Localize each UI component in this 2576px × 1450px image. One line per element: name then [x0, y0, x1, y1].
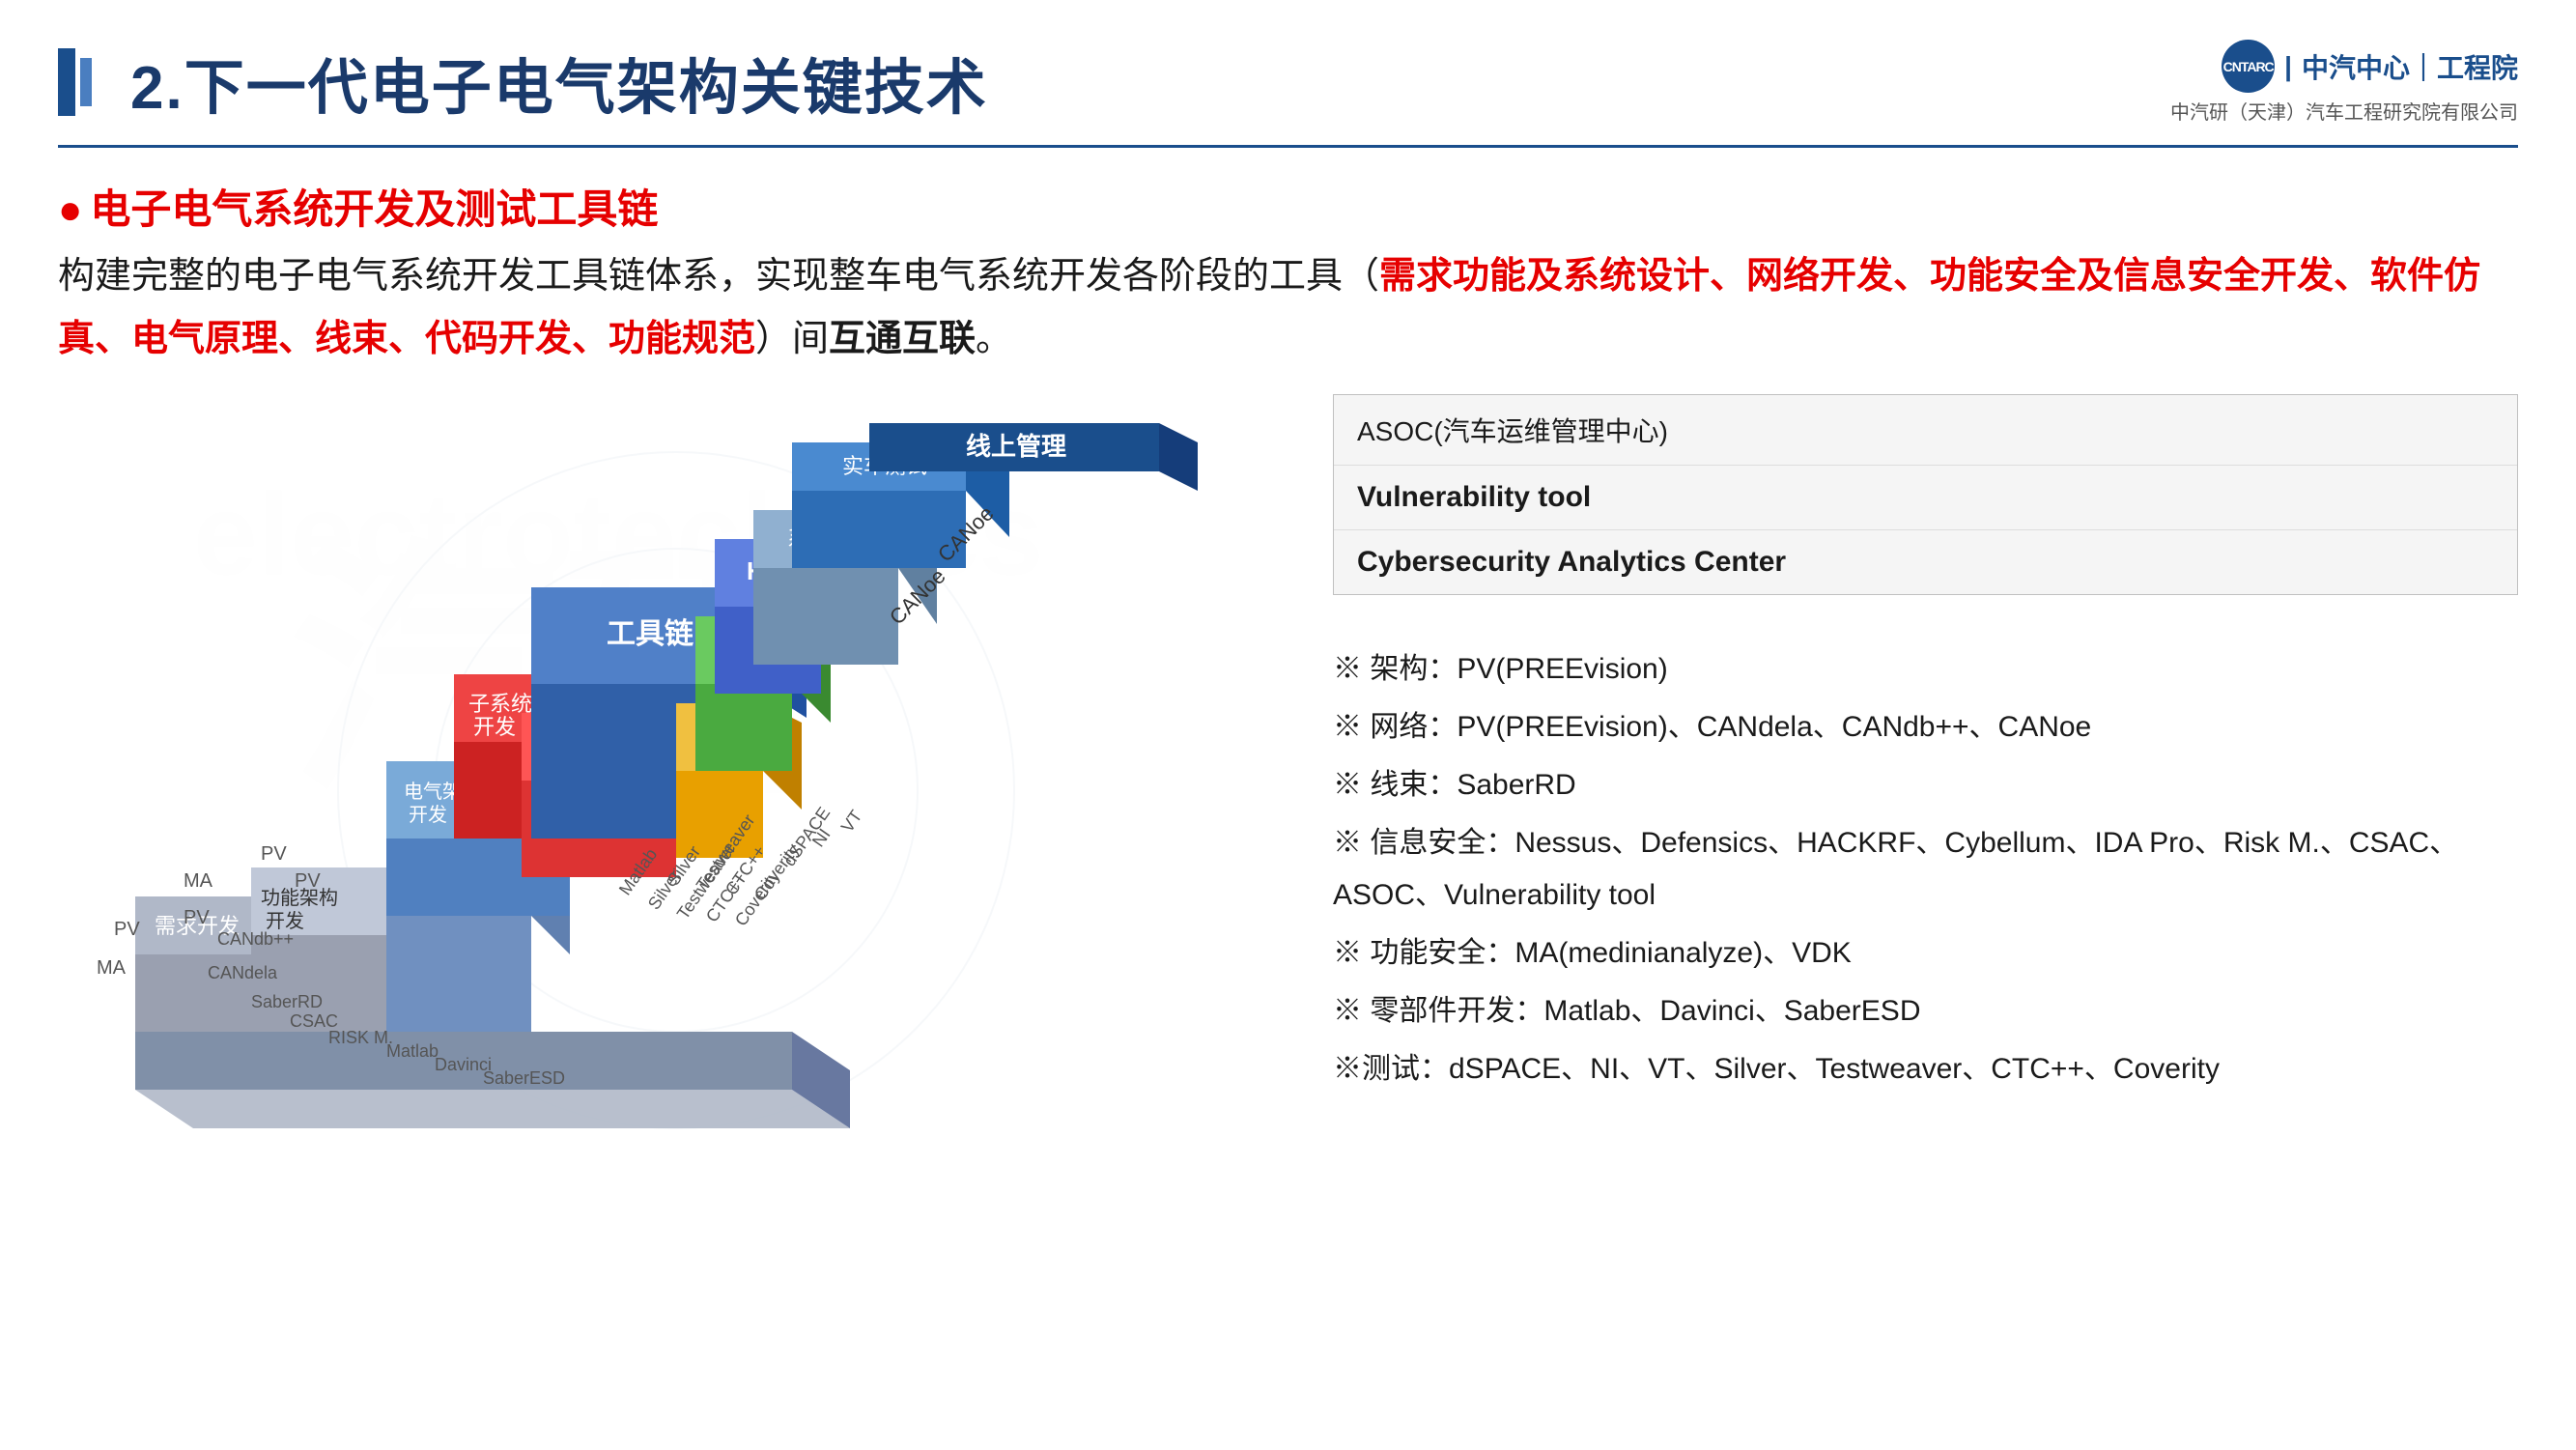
info-boxes: ASOC(汽车运维管理中心) Vulnerability tool Cybers…	[1333, 394, 2518, 595]
notes-section: ※ 架构：PV(PREEvision) ※ 网络：PV(PREEvision)、…	[1333, 643, 2518, 1101]
info-box-asoc: ASOC(汽车运维管理中心)	[1334, 395, 2517, 466]
note-line-1: ※ 架构：PV(PREEvision)	[1333, 643, 2518, 696]
logo-top: CNTARC | 中汽中心｜工程院	[2222, 40, 2518, 93]
svg-text:MA: MA	[184, 870, 213, 892]
logo-badge: CNTARC	[2222, 40, 2275, 93]
svg-text:VT: VT	[837, 807, 866, 836]
svg-text:SaberESD: SaberESD	[483, 1068, 565, 1088]
main-content: 汽研 electrotechnics 需求开发	[58, 394, 2518, 1186]
logo-subtitle: 中汽研（天津）汽车工程研究院有限公司	[2170, 97, 2518, 125]
logo-divider: |	[2284, 51, 2292, 82]
svg-text:PV: PV	[184, 907, 210, 928]
logo-area: CNTARC | 中汽中心｜工程院 中汽研（天津）汽车工程研究院有限公司	[2170, 40, 2518, 125]
svg-text:PV: PV	[295, 870, 321, 892]
svg-text:开发: 开发	[473, 715, 516, 739]
info-box-cybersec: Cybersecurity Analytics Center	[1334, 530, 2517, 594]
svg-text:线上管理: 线上管理	[966, 432, 1066, 461]
note-line-2: ※ 网络：PV(PREEvision)、CANdela、CANdb++、CANo…	[1333, 701, 2518, 753]
svg-text:开发: 开发	[409, 804, 447, 826]
right-panel: ASOC(汽车运维管理中心) Vulnerability tool Cybers…	[1333, 394, 2518, 1186]
svg-text:CANdela: CANdela	[208, 963, 278, 982]
note-line-4: ※ 信息安全：Nessus、Defensics、HACKRF、Cybellum、…	[1333, 817, 2518, 922]
header-bar-thick	[58, 48, 75, 116]
bullet-title: 电子电气系统开发及测试工具链	[58, 177, 2518, 236]
page-header: 2.下一代电子电气架构关键技术 CNTARC | 中汽中心｜工程院 中汽研（天津…	[58, 39, 2518, 148]
info-box-vulnerability: Vulnerability tool	[1334, 466, 2517, 530]
logo-name: 中汽中心｜工程院	[2302, 47, 2518, 86]
text-end: 。	[976, 319, 1012, 359]
bullet-text: 构建完整的电子电气系统开发工具链体系，实现整车电气系统开发各阶段的工具（需求功能…	[58, 245, 2518, 370]
svg-text:PV: PV	[261, 843, 287, 865]
svg-text:CANdb++: CANdb++	[217, 929, 294, 949]
svg-text:PV: PV	[114, 919, 140, 940]
diagram-svg: 需求开发 功能架构 开发 网络架构 开发 电气架构 开发	[58, 394, 1294, 1186]
text-bold: 互通互联	[829, 319, 976, 359]
page-container: 2.下一代电子电气架构关键技术 CNTARC | 中汽中心｜工程院 中汽研（天津…	[0, 0, 2576, 1450]
page-title: 2.下一代电子电气架构关键技术	[130, 39, 988, 126]
note-line-6: ※ 零部件开发：Matlab、Davinci、SaberESD	[1333, 985, 2518, 1038]
note-line-3: ※ 线束：SaberRD	[1333, 759, 2518, 811]
diagram-area: 汽研 electrotechnics 需求开发	[58, 394, 1294, 1186]
top-boxes-area: ASOC(汽车运维管理中心) Vulnerability tool Cybers…	[1333, 394, 2518, 595]
header-left: 2.下一代电子电气架构关键技术	[58, 39, 988, 126]
svg-text:RISK M.: RISK M.	[328, 1028, 393, 1047]
bullet-section: 电子电气系统开发及测试工具链 构建完整的电子电气系统开发工具链体系，实现整车电气…	[58, 177, 2518, 370]
note-line-7: ※测试：dSPACE、NI、VT、Silver、Testweaver、CTC++…	[1333, 1043, 2518, 1095]
svg-text:工具链: 工具链	[607, 617, 694, 650]
svg-text:Matlab: Matlab	[386, 1041, 439, 1061]
text-after: ）间	[755, 319, 829, 359]
svg-text:MA: MA	[97, 957, 127, 979]
svg-text:子系统: 子系统	[468, 692, 532, 716]
text-before: 构建完整的电子电气系统开发工具链体系，实现整车电气系统开发各阶段的工具（	[58, 256, 1379, 297]
svg-text:SaberRD: SaberRD	[251, 992, 323, 1011]
note-line-5: ※ 功能安全：MA(medinianalyze)、VDK	[1333, 927, 2518, 980]
header-bar-thin	[80, 58, 92, 106]
